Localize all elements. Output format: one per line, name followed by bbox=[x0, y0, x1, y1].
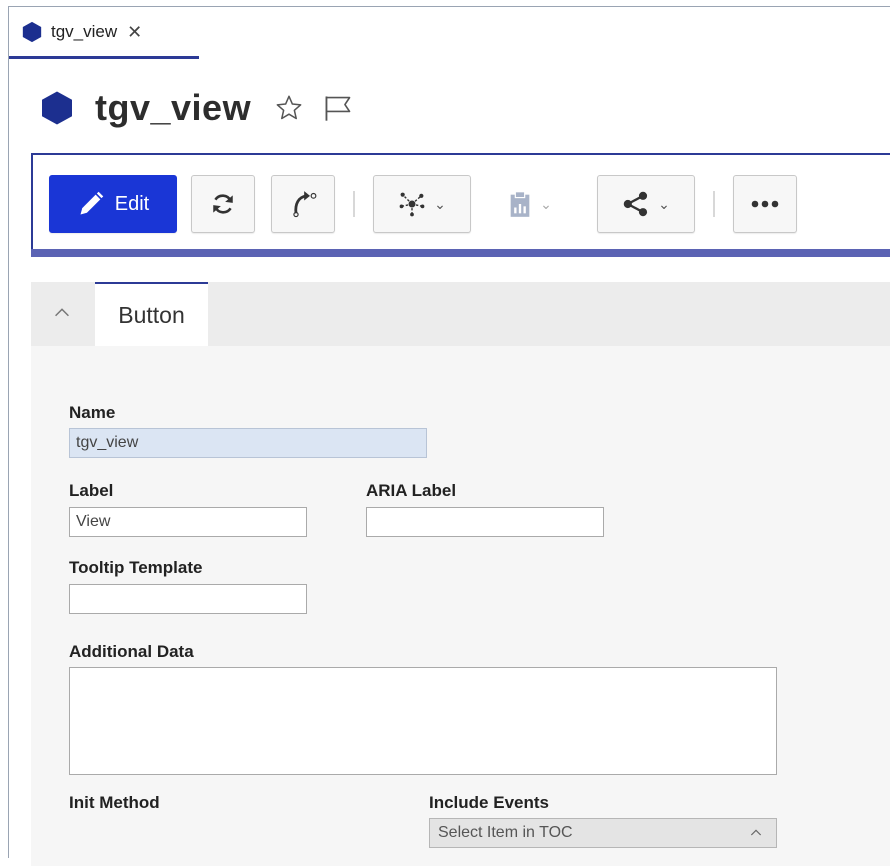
page-title: tgv_view bbox=[95, 87, 252, 128]
aria-label-label: ARIA Label bbox=[366, 481, 457, 500]
star-icon[interactable] bbox=[275, 94, 303, 122]
document-tab[interactable]: tgv_view ✕ bbox=[9, 7, 199, 59]
edit-button[interactable]: Edit bbox=[49, 175, 177, 233]
toolbar-bottom-bar bbox=[31, 249, 890, 257]
chevron-up-icon[interactable] bbox=[51, 302, 73, 324]
additional-data-textarea[interactable] bbox=[69, 667, 777, 775]
edit-label: Edit bbox=[114, 192, 150, 215]
tab-button[interactable]: Button bbox=[95, 282, 208, 346]
init-method-label: Init Method bbox=[69, 793, 160, 812]
label-field[interactable]: View bbox=[69, 507, 307, 537]
form-panel: Name tgv_view Label View ARIA Label Tool… bbox=[31, 346, 890, 866]
refresh-icon bbox=[213, 194, 233, 214]
ellipsis-icon bbox=[751, 200, 779, 208]
include-events-label: Include Events bbox=[429, 793, 549, 812]
tooltip-template-field[interactable] bbox=[69, 584, 307, 614]
name-field[interactable]: tgv_view bbox=[69, 428, 427, 458]
pencil-icon bbox=[80, 191, 104, 215]
navigate-button[interactable] bbox=[271, 175, 335, 233]
path-arrow-icon bbox=[293, 191, 317, 218]
chevron-down-icon: ⌄ bbox=[658, 195, 670, 212]
flag-icon[interactable] bbox=[323, 94, 353, 122]
chevron-down-icon: ⌄ bbox=[540, 195, 552, 212]
hexagon-icon bbox=[42, 91, 72, 125]
toolbar-separator bbox=[353, 191, 355, 217]
label-label: Label bbox=[69, 481, 114, 500]
share-dropdown-button[interactable]: ⌄ bbox=[597, 175, 695, 233]
network-icon bbox=[399, 192, 425, 217]
toolbar: Edit ⌄ ⌄ ⌄ bbox=[31, 153, 890, 257]
toolbar-separator bbox=[713, 191, 715, 217]
clipboard-chart-icon bbox=[510, 191, 530, 217]
chevron-down-icon: ⌄ bbox=[434, 195, 446, 212]
more-options-button[interactable] bbox=[733, 175, 797, 233]
network-dropdown-button[interactable]: ⌄ bbox=[373, 175, 471, 233]
tooltip-template-label: Tooltip Template bbox=[69, 558, 203, 577]
page-header: tgv_view bbox=[39, 87, 353, 129]
chevron-up-icon bbox=[750, 829, 762, 836]
name-label: Name bbox=[69, 403, 116, 422]
include-events-value: Select Item in TOC bbox=[438, 824, 573, 841]
share-icon bbox=[623, 191, 648, 217]
app-window: tgv_view ✕ tgv_view Edit ⌄ ⌄ ⌄ Button Na… bbox=[8, 6, 890, 866]
tab-label: tgv_view bbox=[51, 21, 118, 41]
additional-data-label: Additional Data bbox=[69, 642, 194, 661]
include-events-select[interactable]: Select Item in TOC bbox=[429, 818, 777, 848]
refresh-button[interactable] bbox=[191, 175, 255, 233]
close-icon[interactable]: ✕ bbox=[127, 23, 142, 41]
report-dropdown-button[interactable]: ⌄ bbox=[489, 175, 571, 233]
aria-label-field[interactable] bbox=[366, 507, 604, 537]
section-header: Button bbox=[31, 282, 890, 346]
hexagon-icon bbox=[22, 21, 42, 42]
